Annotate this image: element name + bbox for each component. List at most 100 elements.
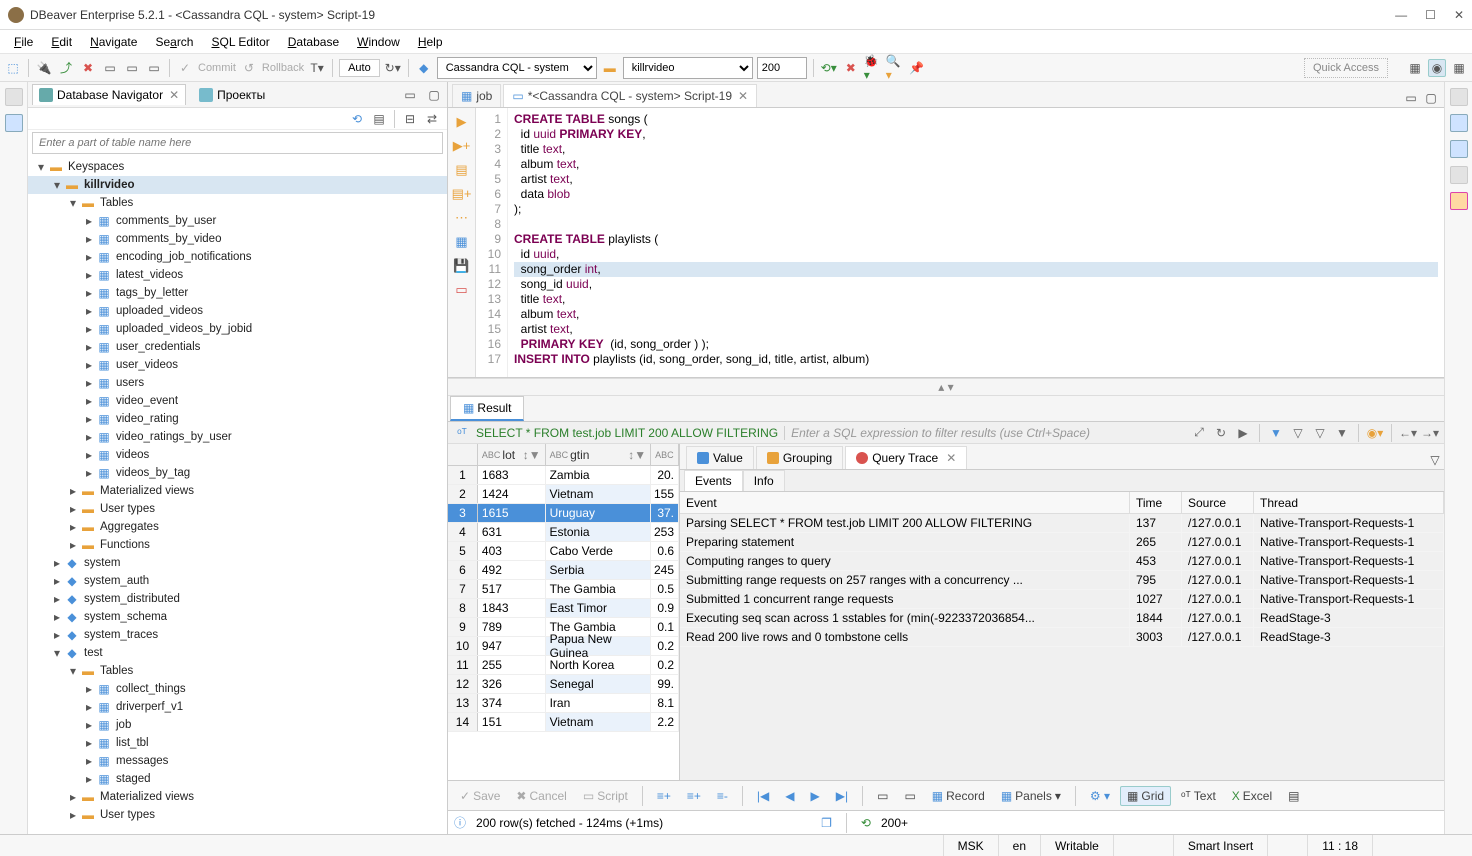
execute-script-icon[interactable]: ▤: [454, 162, 470, 178]
filter-icon-3[interactable]: ▽: [1312, 425, 1328, 441]
trace-row[interactable]: Computing ranges to query453/127.0.0.1Na…: [680, 552, 1444, 571]
limit-input[interactable]: [757, 57, 807, 79]
filter-input[interactable]: Enter a SQL expression to filter results…: [791, 426, 1185, 440]
col-source[interactable]: Source: [1182, 492, 1254, 513]
commit-button[interactable]: Commit: [198, 62, 236, 74]
grid-row[interactable]: 11683Zambia20.: [448, 466, 679, 485]
tree-item[interactable]: ▸▦latest_videos: [28, 266, 447, 284]
tab-result[interactable]: ▦ Result: [450, 396, 524, 421]
tree-item[interactable]: ▸▦videos: [28, 446, 447, 464]
nav-filter-icon[interactable]: ▤: [370, 110, 388, 128]
script-button[interactable]: ▭Script: [577, 787, 634, 805]
menu-edit[interactable]: Edit: [43, 33, 80, 51]
history-icon[interactable]: ↻▾: [384, 59, 402, 77]
tree-item[interactable]: ▸▦list_tbl: [28, 734, 447, 752]
grid-row[interactable]: 81843East Timor0.9: [448, 599, 679, 618]
col-event[interactable]: Event: [680, 492, 1130, 513]
import-icon[interactable]: ▭: [898, 787, 921, 805]
tab-projects[interactable]: Проекты: [192, 84, 272, 105]
trace-row[interactable]: Submitted 1 concurrent range requests102…: [680, 590, 1444, 609]
grid-row[interactable]: 7517The Gambia0.5: [448, 580, 679, 599]
execute-new-tab-icon[interactable]: ▶+: [454, 138, 470, 154]
tree-item[interactable]: ▸▦comments_by_user: [28, 212, 447, 230]
recent-sql-icon[interactable]: ▭: [145, 59, 163, 77]
tree-item[interactable]: ▸▦encoding_job_notifications: [28, 248, 447, 266]
col-num[interactable]: ABC: [651, 444, 679, 465]
tree-item[interactable]: ▸▦messages: [28, 752, 447, 770]
connect-icon[interactable]: 🔌: [35, 59, 53, 77]
menu-file[interactable]: File: [6, 33, 41, 51]
tree-item[interactable]: ▸▬Materialized views: [28, 788, 447, 806]
editor-max-icon[interactable]: ▢: [1422, 89, 1440, 107]
record-button[interactable]: ▦Record: [926, 787, 991, 805]
refresh-icon[interactable]: ⟲: [861, 816, 871, 830]
first-icon[interactable]: |◀: [751, 787, 775, 805]
panel-menu-icon[interactable]: ▽: [1426, 451, 1444, 469]
close-icon[interactable]: ✕: [946, 451, 956, 465]
trace-row[interactable]: Submitting range requests on 257 ranges …: [680, 571, 1444, 590]
minimize-icon[interactable]: —: [1395, 8, 1407, 22]
new-sql-icon[interactable]: ▭: [123, 59, 141, 77]
schema-combo[interactable]: killrvideo: [623, 57, 753, 79]
perspective-dbeaver-icon[interactable]: ◉: [1428, 59, 1446, 77]
close-icon[interactable]: ✕: [738, 89, 748, 103]
tree-item[interactable]: ▸▦collect_things: [28, 680, 447, 698]
tree-item[interactable]: ▸▦users: [28, 374, 447, 392]
history-icon[interactable]: ↻: [1213, 425, 1229, 441]
tree-item[interactable]: ▸◆system_auth: [28, 572, 447, 590]
minimize-view-icon[interactable]: ▭: [401, 86, 419, 104]
chart-icon[interactable]: ◉▾: [1367, 425, 1383, 441]
icon-grid[interactable]: ▦: [454, 234, 470, 250]
grid-row[interactable]: 14151Vietnam2.2: [448, 713, 679, 732]
strip-icon-r5[interactable]: [1450, 192, 1468, 210]
apply-filter-icon[interactable]: ▶: [1235, 425, 1251, 441]
tree-item[interactable]: ▸▦job: [28, 716, 447, 734]
maximize-icon[interactable]: ☐: [1425, 8, 1436, 22]
tree-item[interactable]: ▸▬Aggregates: [28, 518, 447, 536]
add-row-icon[interactable]: ≡+: [681, 787, 707, 805]
tree-item[interactable]: ▾▬Tables: [28, 662, 447, 680]
config-icon[interactable]: ⚙ ▾: [1084, 787, 1116, 805]
grid-row[interactable]: 11255North Korea0.2: [448, 656, 679, 675]
panels-button[interactable]: ▦Panels ▾: [995, 787, 1067, 805]
result-grid[interactable]: ABClot ↕▼ ABCgtin ↕▼ ABC 11683Zambia20.2…: [448, 444, 680, 780]
tree-item[interactable]: ▸▦staged: [28, 770, 447, 788]
tree-item[interactable]: ▾▬Keyspaces: [28, 158, 447, 176]
explain-icon[interactable]: ⋯: [454, 210, 470, 226]
rollback-button[interactable]: Rollback: [262, 62, 304, 74]
filter-icon-4[interactable]: ▼: [1334, 425, 1350, 441]
navigator-tree[interactable]: ▾▬Keyspaces▾▬killrvideo▾▬Tables▸▦comment…: [28, 156, 447, 834]
copy-icon[interactable]: ❐: [821, 816, 832, 830]
excel-button[interactable]: XExcel: [1226, 787, 1278, 805]
rollback-icon[interactable]: ↺: [240, 59, 258, 77]
bug-icon[interactable]: 🐞▾: [864, 59, 882, 77]
tree-item[interactable]: ▸◆system_distributed: [28, 590, 447, 608]
next-icon[interactable]: ▶: [805, 787, 826, 805]
search-icon[interactable]: 🔍▾: [886, 59, 904, 77]
load-icon[interactable]: ▭: [454, 282, 470, 298]
tree-item[interactable]: ▸▦comments_by_video: [28, 230, 447, 248]
disconnect-icon[interactable]: ⤴: [57, 59, 75, 77]
tree-item[interactable]: ▸▦video_event: [28, 392, 447, 410]
close-icon[interactable]: ✕: [1454, 8, 1464, 22]
tab-script19[interactable]: ▭ *<Cassandra CQL - system> Script-19 ✕: [503, 84, 757, 107]
text-view-button[interactable]: ᵒᵀText: [1175, 787, 1222, 805]
tx-mode-icon[interactable]: T▾: [308, 59, 326, 77]
strip-icon-2[interactable]: [5, 114, 23, 132]
sash-handle[interactable]: ▴ ▾: [448, 378, 1444, 396]
tree-search-input[interactable]: [32, 132, 443, 154]
trace-row[interactable]: Executing seq scan across 1 sstables for…: [680, 609, 1444, 628]
filter-icon[interactable]: ▼: [1268, 425, 1284, 441]
perspective-other-icon[interactable]: ▦: [1450, 59, 1468, 77]
cancel-button[interactable]: ✖Cancel: [510, 787, 572, 805]
strip-icon-r2[interactable]: [1450, 114, 1468, 132]
tree-item[interactable]: ▸▬Materialized views: [28, 482, 447, 500]
invalidate-icon[interactable]: ✖: [79, 59, 97, 77]
tree-item[interactable]: ▸▦uploaded_videos: [28, 302, 447, 320]
strip-icon-r3[interactable]: [1450, 140, 1468, 158]
tab-value[interactable]: Value: [686, 446, 754, 469]
strip-icon-r4[interactable]: [1450, 166, 1468, 184]
tree-item[interactable]: ▸◆system_schema: [28, 608, 447, 626]
filter-icon-2[interactable]: ▽: [1290, 425, 1306, 441]
grid-row[interactable]: 31615Uruguay37.: [448, 504, 679, 523]
